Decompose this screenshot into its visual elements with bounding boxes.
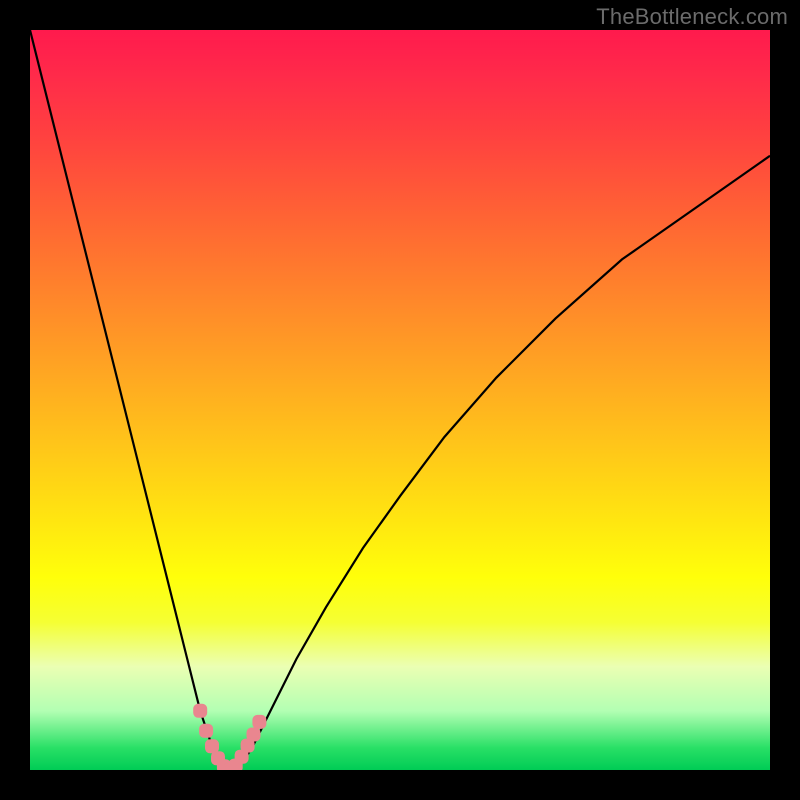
- curve-marker: [193, 704, 207, 718]
- bottleneck-curve: [30, 30, 770, 770]
- chart-plot-area: [30, 30, 770, 770]
- curve-marker: [252, 715, 266, 729]
- curve-path: [30, 30, 770, 770]
- watermark-text: TheBottleneck.com: [596, 4, 788, 30]
- curve-marker: [199, 724, 213, 738]
- curve-markers: [193, 704, 266, 770]
- chart-frame: TheBottleneck.com: [0, 0, 800, 800]
- curve-marker: [247, 728, 261, 742]
